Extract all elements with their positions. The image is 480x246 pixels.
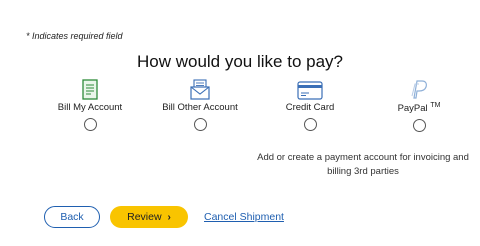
back-button[interactable]: Back [44,206,100,228]
option-label: Bill My Account [57,102,123,113]
paypal-radio[interactable] [412,119,426,133]
chevron-right-icon: › [167,211,171,223]
document-icon [35,78,145,100]
credit-card-radio[interactable] [303,118,317,131]
option-label: Credit Card [285,102,335,113]
bill-other-account-radio[interactable] [193,118,207,131]
trademark-mark: TM [430,102,441,109]
required-field-note: * Indicates required field [26,31,123,41]
payment-options: Bill My Account Bill Other Account Credi… [0,78,480,138]
option-bill-my-account[interactable]: Bill My Account [35,78,145,131]
option-bill-other-account[interactable]: Bill Other Account [145,78,255,131]
credit-card-icon [255,78,365,100]
review-button[interactable]: Review › [110,206,188,228]
option-credit-card[interactable]: Credit Card [255,78,365,131]
paypal-icon [364,78,474,100]
option-label: PayPal TM [364,102,474,114]
bill-my-account-radio[interactable] [83,118,97,131]
paypal-description: Add or create a payment account for invo… [257,152,469,177]
option-paypal[interactable]: PayPal TM [364,78,474,133]
paypal-label: PayPal [397,103,428,115]
review-label: Review [127,211,162,223]
page-title: How would you like to pay? [136,52,343,71]
envelope-icon [145,78,255,100]
cancel-shipment-link[interactable]: Cancel Shipment [204,211,284,223]
option-label: Bill Other Account [162,102,238,113]
